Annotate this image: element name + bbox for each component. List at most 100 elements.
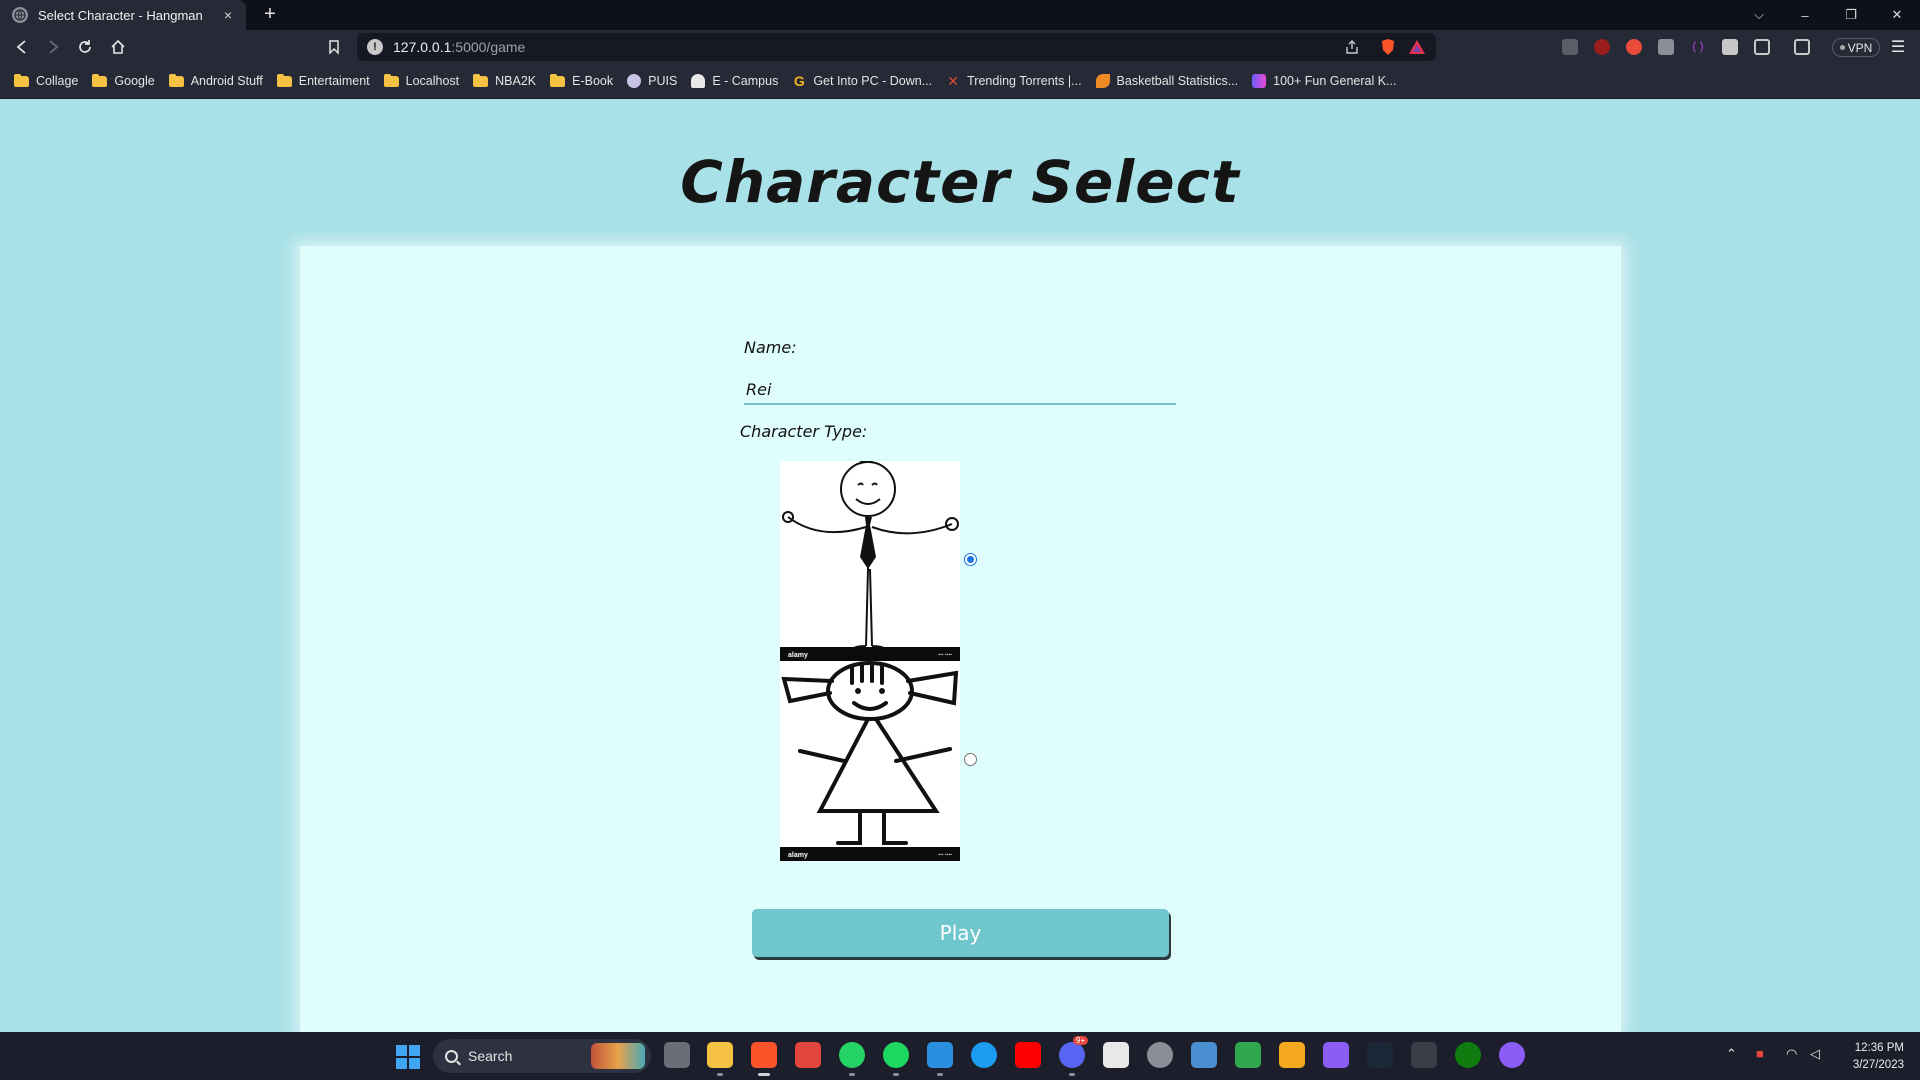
github-desktop-icon[interactable] [1499, 1042, 1525, 1068]
clapperboard-icon[interactable] [1411, 1042, 1437, 1068]
android-emulator-icon[interactable] [1235, 1042, 1261, 1068]
play-button[interactable]: Play [752, 909, 1169, 957]
tab-close-icon[interactable]: × [216, 7, 240, 23]
extensions-puzzle-icon[interactable] [1722, 39, 1738, 55]
site-info-icon[interactable]: ! [367, 39, 383, 55]
home-button[interactable] [106, 35, 130, 59]
bookmark-nba2k[interactable]: NBA2K [473, 73, 536, 88]
bookmark-icon [329, 40, 339, 55]
minimize-button[interactable]: – [1782, 0, 1828, 30]
watermark-text: alamy [788, 852, 808, 859]
brave-shields-icon[interactable] [1380, 38, 1396, 56]
forward-button[interactable] [41, 35, 65, 59]
menu-icon[interactable]: ☰ [1886, 35, 1910, 59]
sidebar-icon[interactable] [1754, 39, 1770, 55]
vpn-label: VPN [1847, 40, 1873, 55]
bookmark-label: Entertaiment [298, 74, 370, 88]
game-controller-icon[interactable] [795, 1042, 821, 1068]
name-input[interactable] [744, 375, 1176, 405]
windows-start-icon[interactable] [396, 1045, 420, 1069]
folder-icon [92, 73, 108, 87]
back-button[interactable] [10, 35, 34, 59]
share-icon[interactable] [1344, 39, 1360, 55]
stick-man-drawing [782, 461, 959, 651]
bookmarks-bar: Collage Google Android Stuff Entertaimen… [0, 64, 1920, 99]
bookmark-label: PUIS [648, 74, 678, 88]
settings-gear-icon[interactable] [1147, 1042, 1173, 1068]
tab-search-icon[interactable]: ⌵ [1736, 0, 1782, 30]
stick-girl-drawing [781, 661, 959, 845]
gamepad-icon[interactable] [1323, 1042, 1349, 1068]
spotify-icon[interactable] [883, 1042, 909, 1068]
snipping-tool-icon[interactable] [1103, 1042, 1129, 1068]
bookmark-get-into-pc[interactable]: G Get Into PC - Down... [792, 73, 932, 89]
stick-girl-radio[interactable] [964, 753, 977, 766]
stick-girl-image[interactable]: alamy ▪▪▪ ▪▪▪▪ [780, 661, 960, 861]
ublock-icon[interactable] [1594, 39, 1610, 55]
bookmark-button[interactable] [322, 35, 346, 59]
bookmark-localhost[interactable]: Localhost [383, 73, 460, 88]
bookmark-fun-general-knowledge[interactable]: 100+ Fun General K... [1252, 74, 1396, 88]
clock-date: 3/27/2023 [1852, 1059, 1904, 1071]
running-indicator [849, 1073, 855, 1076]
bookmark-label: Google [114, 74, 155, 88]
brave-browser-icon[interactable] [751, 1042, 777, 1068]
extension-copy-icon[interactable] [1658, 39, 1674, 55]
restore-button[interactable]: ❐ [1828, 0, 1874, 30]
volume-icon[interactable]: ◁ [1810, 1046, 1820, 1062]
watermark-text: alamy [788, 652, 808, 659]
vpn-button[interactable]: VPN [1832, 38, 1880, 57]
puis-icon [627, 74, 642, 88]
microsoft-store-icon[interactable] [1279, 1042, 1305, 1068]
stick-man-image[interactable]: alamy ▪▪▪ ▪▪▪▪ [780, 461, 960, 661]
whatsapp-icon[interactable] [839, 1042, 865, 1068]
vpn-status-icon [1839, 45, 1845, 50]
bookmark-basketball-statistics[interactable]: Basketball Statistics... [1095, 74, 1238, 88]
bookmark-entertainment[interactable]: Entertaiment [276, 73, 370, 88]
bookmark-label: Collage [36, 74, 79, 88]
folder-icon [276, 73, 292, 87]
taskbar-search[interactable]: Search [433, 1039, 651, 1073]
show-hidden-icons-icon[interactable]: ⌃ [1726, 1046, 1737, 1062]
bookmark-label: 100+ Fun General K... [1273, 74, 1397, 88]
search-highlight-icon [591, 1043, 645, 1069]
stock-watermark: alamy ▪▪▪ ▪▪▪▪ [780, 647, 960, 661]
active-tab[interactable]: Select Character - Hangman × [0, 0, 246, 30]
bookmark-trending-torrents[interactable]: ✕ Trending Torrents |... [946, 73, 1081, 89]
bookmark-collage[interactable]: Collage [14, 73, 79, 88]
task-manager-icon[interactable] [1191, 1042, 1217, 1068]
wifi-icon[interactable]: ◠ [1786, 1046, 1797, 1062]
bookmark-puis[interactable]: PUIS [627, 74, 677, 88]
twitter-icon[interactable] [971, 1042, 997, 1068]
tray-controller-icon[interactable]: ■ [1756, 1046, 1764, 1061]
address-bar[interactable]: ! 127.0.0.1 :5000/game [357, 33, 1436, 61]
forward-arrow-icon [49, 40, 59, 54]
folder-icon [14, 73, 29, 87]
url-path: :5000/game [451, 39, 526, 55]
reload-button[interactable] [73, 35, 97, 59]
clock[interactable]: 12:36 PM 3/27/2023 [1834, 1040, 1904, 1074]
xbox-icon[interactable] [1455, 1042, 1481, 1068]
extension-off-icon[interactable] [1562, 39, 1578, 55]
bookmark-android-stuff[interactable]: Android Stuff [168, 73, 263, 88]
close-window-button[interactable]: ✕ [1874, 0, 1920, 30]
file-explorer-icon[interactable] [707, 1042, 733, 1068]
task-view-icon[interactable] [664, 1042, 690, 1068]
wallet-icon[interactable] [1794, 39, 1810, 55]
youtube-icon[interactable] [1015, 1042, 1041, 1068]
steam-icon[interactable] [1367, 1042, 1393, 1068]
bookmark-google[interactable]: Google [92, 73, 155, 88]
stick-man-radio[interactable] [964, 553, 977, 566]
bookmark-label: Localhost [405, 74, 460, 88]
tab-title: Select Character - Hangman [38, 7, 203, 23]
bookmark-ebook[interactable]: E-Book [550, 73, 613, 88]
extension-bracket-icon[interactable]: ( ) [1690, 39, 1706, 55]
vscode-icon[interactable] [927, 1042, 953, 1068]
brave-rewards-icon[interactable] [1408, 39, 1426, 55]
extension-infinity-icon[interactable] [1626, 39, 1642, 55]
bookmark-e-campus[interactable]: E - Campus [691, 74, 778, 88]
new-tab-button[interactable]: + [258, 3, 282, 27]
stock-watermark: alamy ▪▪▪ ▪▪▪▪ [780, 847, 960, 861]
url-host: 127.0.0.1 [393, 39, 452, 55]
discord-icon[interactable] [1059, 1042, 1085, 1068]
